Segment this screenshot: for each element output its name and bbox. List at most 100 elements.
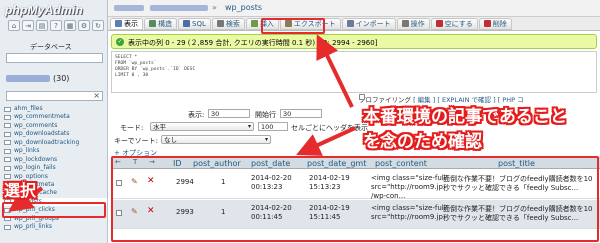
sidebar-table-label: wp_comments <box>14 121 58 129</box>
clear-filter-icon[interactable]: × <box>93 91 100 100</box>
exit-icon[interactable]: ⇥ <box>22 20 34 31</box>
sql-query-box: SELECT * FROM `wp_posts` ORDER BY `wp_po… <box>111 51 597 93</box>
query-window-icon[interactable]: ▤ <box>36 20 48 31</box>
delete-icon[interactable]: ✕ <box>147 176 155 186</box>
table-icon[interactable] <box>4 165 11 171</box>
sidebar-table-item[interactable]: wp_downloadtracking <box>0 139 107 147</box>
column-header-post-title[interactable]: post_title <box>498 159 535 168</box>
tab-label: インポート <box>355 19 391 28</box>
sort-key-select[interactable]: なし <box>161 135 271 144</box>
logo-admin-text: MyAdmin <box>27 3 83 17</box>
tab-import[interactable]: インポート <box>341 17 396 30</box>
sidebar-table-item[interactable]: wp_prli_links <box>0 223 107 231</box>
tab-label: 検索 <box>225 19 240 28</box>
results-header: ← T → ID post_author post_date post_date… <box>113 157 600 169</box>
sidebar-table-label: wp_links <box>14 147 40 155</box>
table-icon[interactable] <box>4 131 11 137</box>
current-database[interactable]: (30) <box>6 74 104 84</box>
tab-search[interactable]: 検索 <box>211 17 245 30</box>
sidebar-table-item[interactable]: wp_links <box>0 147 107 155</box>
sql-line: FROM `wp_posts` <box>115 61 157 66</box>
repeat-headers-input[interactable]: 100 <box>258 122 288 131</box>
database-select[interactable] <box>6 53 103 63</box>
sidebar-table-item[interactable]: wp_prli_groups <box>0 215 107 223</box>
table-icon[interactable] <box>4 148 11 154</box>
cell-id: 2994 <box>176 178 194 186</box>
phpmyadmin-logo[interactable]: phpMyAdmin <box>5 3 83 17</box>
tab-insert[interactable]: 挿入 <box>245 17 279 30</box>
column-header-post-date-gmt[interactable]: post_date_gmt <box>307 159 366 168</box>
sidebar-table-item[interactable]: wp_prli_clicks <box>0 206 107 214</box>
table-icon[interactable] <box>4 114 11 120</box>
table-icon[interactable] <box>4 106 11 112</box>
breadcrumb-separator: » <box>212 3 217 12</box>
table-filter-input[interactable]: × <box>6 91 103 101</box>
column-header-post-content[interactable]: post_content <box>375 159 427 168</box>
cell-post-author: 1 <box>221 208 226 216</box>
tab-structure[interactable]: 構造 <box>144 17 177 30</box>
column-header-post-date[interactable]: post_date <box>251 159 290 168</box>
header-arrow-right-icon[interactable]: → <box>149 158 155 166</box>
table-icon[interactable] <box>4 123 11 129</box>
row-checkbox[interactable] <box>116 180 122 186</box>
table-icon[interactable] <box>4 157 11 163</box>
column-header-post-author[interactable]: post_author <box>193 159 241 168</box>
tab-empty[interactable]: 空にする <box>430 17 478 30</box>
sidebar-table-label: ahm_files <box>14 105 43 112</box>
database-table-count: (30) <box>53 74 70 83</box>
cell-post-date-gmt: 2014-02-19 <box>309 204 350 212</box>
operations-icon <box>401 20 409 27</box>
edit-icon[interactable]: ✎ <box>131 207 138 216</box>
breadcrumb-table[interactable]: wp_posts <box>225 3 262 12</box>
delete-icon[interactable]: ✕ <box>147 206 155 216</box>
row-checkbox[interactable] <box>116 210 122 216</box>
tab-operations[interactable]: 操作 <box>396 17 430 30</box>
display-mode-select[interactable]: 水平 <box>150 122 254 131</box>
sidebar-table-item[interactable]: wp_login_fails <box>0 164 107 172</box>
start-row-input[interactable]: 30 <box>280 109 322 118</box>
success-text: 表示中の列 0 - 29 (２,859 合計, クエリの実行時間 0.1 秒) … <box>128 39 378 47</box>
help-icon[interactable]: ? <box>50 20 62 31</box>
home-icon[interactable]: ⌂ <box>8 20 20 31</box>
edit-icon[interactable]: ✎ <box>131 177 138 186</box>
tab-export[interactable]: エクスポート <box>279 17 341 30</box>
annotation-caption-line1: 本番環境の記事であること <box>363 107 567 127</box>
rows-per-page-input[interactable]: 30 <box>208 109 250 118</box>
reload-icon[interactable]: ↻ <box>92 20 104 31</box>
profiling-checkbox[interactable] <box>359 94 365 100</box>
sidebar-table-label: wp_prli_links <box>14 223 53 231</box>
tab-drop[interactable]: 削除 <box>478 17 512 30</box>
export-icon <box>284 20 292 27</box>
tab-browse[interactable]: 表示 <box>110 17 143 30</box>
server-name-redacted[interactable] <box>114 5 144 11</box>
structure-icon <box>149 20 156 27</box>
tab-label: 構造 <box>158 19 172 28</box>
check-icon: ✓ <box>116 38 124 46</box>
settings-icon[interactable]: ⚙ <box>78 20 90 31</box>
sidebar-table-item[interactable]: wp_commentmeta <box>0 113 107 121</box>
table-icon[interactable] <box>4 140 11 146</box>
table-icon[interactable] <box>4 224 11 230</box>
tab-sql[interactable]: SQL <box>178 17 211 30</box>
cell-post-content: src="http://room9.jp <box>371 213 443 221</box>
table-row: ✎ ✕ 2994 1 2014-02-20 00:13:23 2014-02-19 15:13… <box>113 170 600 200</box>
docs-icon[interactable]: ▦ <box>64 20 76 31</box>
table-list: ahm_files wp_commentmeta wp_comments wp_dow… <box>0 105 107 232</box>
table-icon[interactable] <box>4 207 11 213</box>
header-arrow-left-icon[interactable]: ← <box>115 158 121 166</box>
sidebar-table-item[interactable]: ahm_files <box>0 105 107 113</box>
sidebar-table-label: wp_login_fails <box>14 164 56 172</box>
sidebar-table-item[interactable]: wp_comments <box>0 121 107 130</box>
sql-line: ORDER BY `wp_posts`.`ID` DESC <box>115 67 196 72</box>
database-name-redacted[interactable] <box>150 5 208 11</box>
column-header-id[interactable]: ID <box>173 159 182 168</box>
breadcrumb: » wp_posts <box>108 0 600 17</box>
database-name-redacted <box>6 75 50 82</box>
table-tabs: 表示 構造 SQL 検索 挿入 エクスポート インポート 操作 空にする 削除 <box>108 17 600 31</box>
sidebar-table-item[interactable]: wp_downloadstats <box>0 130 107 138</box>
annotation-caption-line2: を念のため確認 <box>363 132 482 152</box>
sidebar-table-item[interactable]: wp_lockdowns <box>0 156 107 164</box>
table-icon[interactable] <box>4 216 11 222</box>
tab-label: SQL <box>192 19 206 28</box>
results-table: ← T → ID post_author post_date post_date… <box>113 157 600 243</box>
